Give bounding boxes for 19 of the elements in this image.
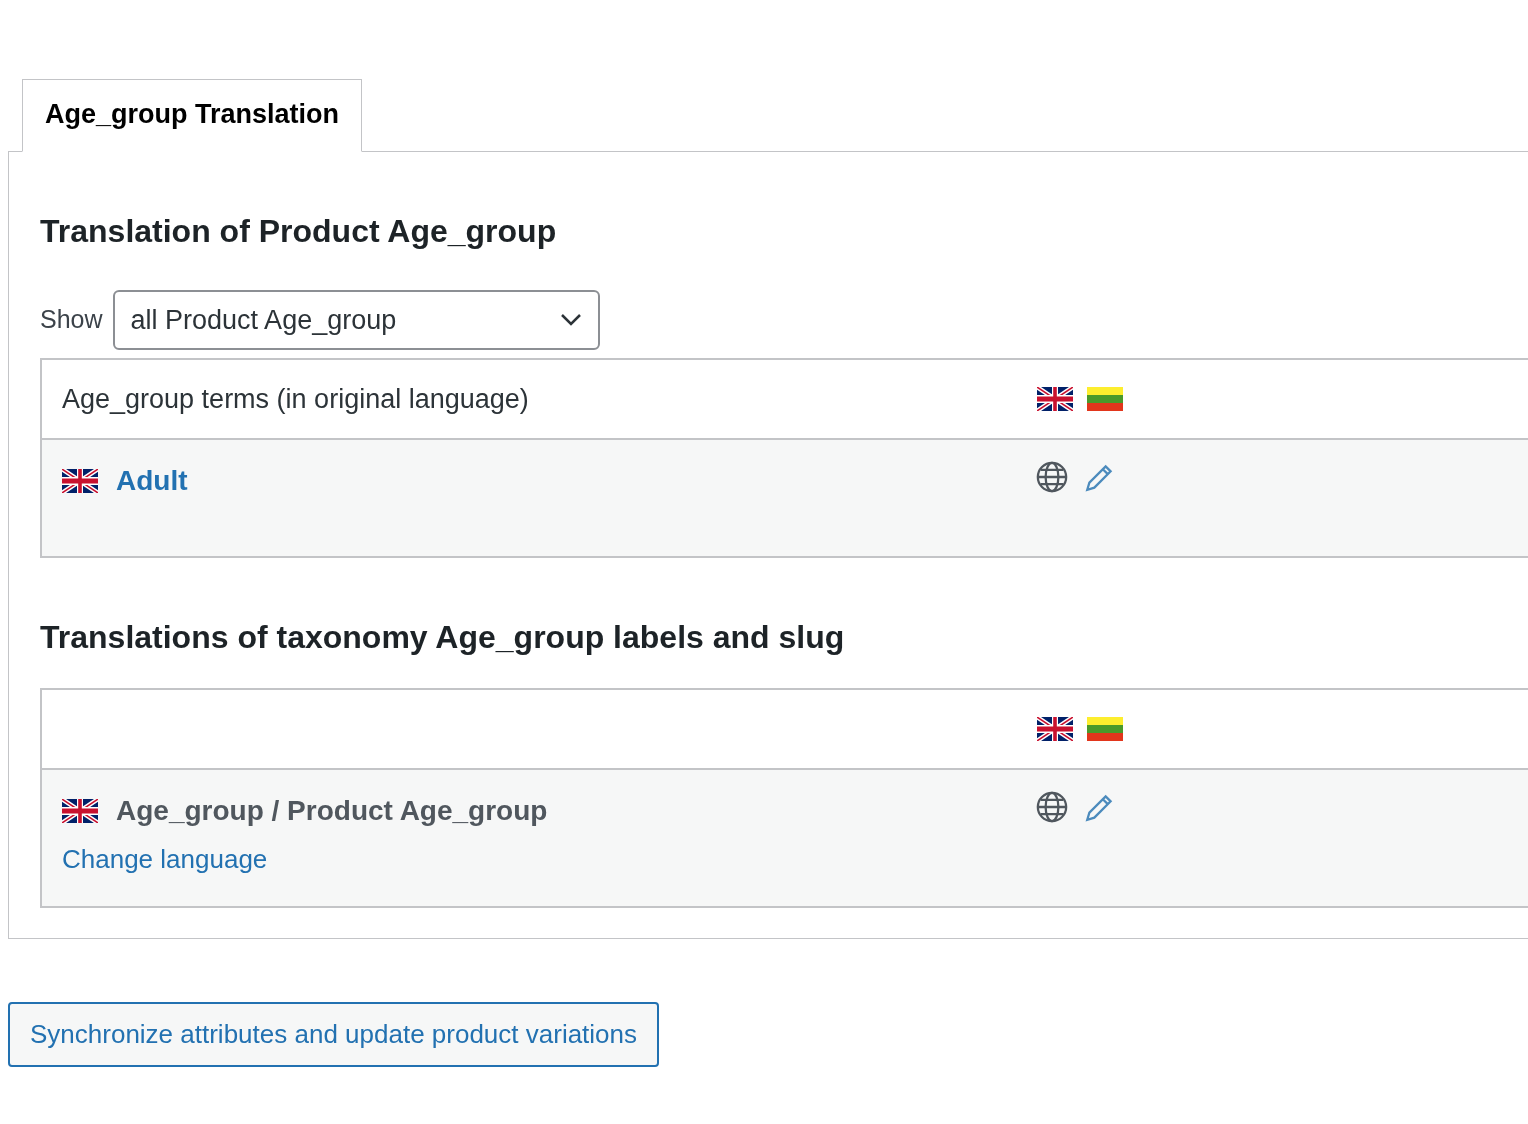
uk-flag-icon xyxy=(1037,386,1073,411)
filter-dropdown[interactable]: all Product Age_group xyxy=(112,289,600,350)
filter-label: Show xyxy=(40,304,103,336)
globe-icon[interactable] xyxy=(1035,459,1069,494)
lithuania-flag-icon xyxy=(1087,717,1123,742)
lithuania-flag-icon xyxy=(1087,386,1123,411)
sync-button[interactable]: Synchronize attributes and update product variations xyxy=(8,1002,660,1068)
term-link[interactable]: Adult xyxy=(116,459,188,502)
uk-flag-icon xyxy=(62,799,98,824)
section-heading: Translation of Product Age_group xyxy=(40,211,558,250)
chevron-down-icon xyxy=(559,312,582,327)
uk-flag-icon xyxy=(1037,717,1073,742)
change-language-link[interactable]: Change language xyxy=(62,840,268,880)
tab[interactable]: Age_group Translation xyxy=(22,79,363,152)
section-heading: Translations of taxonomy Age_group labels and slug xyxy=(40,617,846,657)
column-header: Age_group terms (in original language) xyxy=(62,383,529,414)
uk-flag-icon xyxy=(62,468,98,493)
term-label: Age_group / Product Age_group xyxy=(116,794,548,829)
globe-icon[interactable] xyxy=(1035,790,1069,825)
